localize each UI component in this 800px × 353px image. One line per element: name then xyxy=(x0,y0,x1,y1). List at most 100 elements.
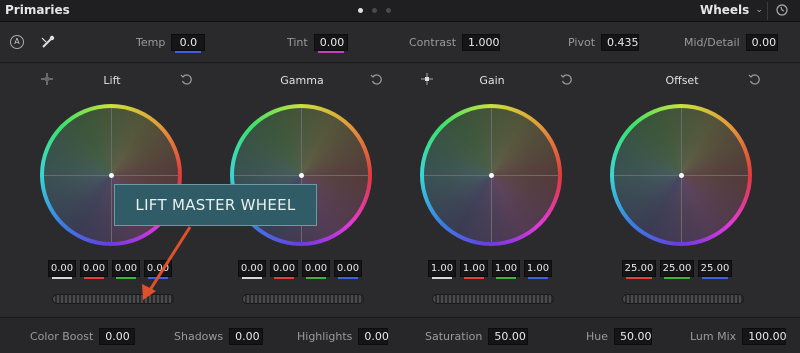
mode-dropdown[interactable]: Wheels ⌄ xyxy=(700,3,763,17)
gain-g-field[interactable]: 1.00 xyxy=(492,260,520,279)
color-boost-control: Color Boost 0.00 xyxy=(30,328,136,345)
tint-underline xyxy=(317,51,344,53)
gamma-b-field[interactable]: 0.00 xyxy=(334,260,362,279)
shadows-control: Shadows 0.00 xyxy=(174,328,264,345)
contrast-value: 1.000 xyxy=(468,36,500,49)
mid-detail-value: 0.00 xyxy=(751,36,777,49)
offset-b-field[interactable]: 25.00 xyxy=(698,260,732,279)
page-indicator[interactable] xyxy=(358,8,391,13)
panel-header: Primaries Wheels ⌄ xyxy=(0,0,800,22)
offset-r-field[interactable]: 25.00 xyxy=(622,260,656,279)
lum-mix-value: 100.00 xyxy=(748,330,787,343)
shadows-field[interactable]: 0.00 xyxy=(229,328,264,345)
temp-field[interactable]: 0.0 xyxy=(171,34,206,53)
lum-mix-label: Lum Mix xyxy=(690,330,737,343)
gamma-y-field[interactable]: 0.00 xyxy=(238,260,266,279)
gamma-master-wheel[interactable] xyxy=(242,294,364,304)
shadows-value: 0.00 xyxy=(235,330,260,343)
pivot-field[interactable]: 0.435 xyxy=(601,34,640,51)
lift-wheel-handle[interactable] xyxy=(109,173,114,178)
gain-r-field[interactable]: 1.00 xyxy=(460,260,488,279)
tint-control: Tint 0.00 xyxy=(287,34,348,53)
tint-label: Tint xyxy=(287,36,308,49)
gain-label: Gain xyxy=(479,74,505,87)
hue-field[interactable]: 50.00 xyxy=(614,328,653,345)
offset-wheel-handle[interactable] xyxy=(679,173,684,178)
gain-values: 1.00 1.00 1.00 1.00 xyxy=(428,260,552,279)
offset-master-wheel[interactable] xyxy=(622,294,744,304)
panel-title: Primaries xyxy=(5,3,70,17)
gain-wheel-group: Gain 1.00 1.00 1.00 1.00 xyxy=(402,64,582,316)
lum-mix-field[interactable]: 100.00 xyxy=(742,328,787,345)
shadows-label: Shadows xyxy=(174,330,224,343)
gain-master-wheel[interactable] xyxy=(432,294,554,304)
contrast-control: Contrast 1.000 xyxy=(409,34,501,51)
reset-icon[interactable] xyxy=(370,73,383,86)
contrast-label: Contrast xyxy=(409,36,457,49)
highlights-label: Highlights xyxy=(297,330,353,343)
gamma-values: 0.00 0.00 0.00 0.00 xyxy=(238,260,362,279)
highlights-value: 0.00 xyxy=(364,330,389,343)
reset-icon[interactable] xyxy=(748,73,761,86)
page-dot-1[interactable] xyxy=(358,8,363,13)
temp-control: Temp 0.0 xyxy=(136,34,206,53)
offset-color-wheel[interactable] xyxy=(610,104,752,246)
contrast-field[interactable]: 1.000 xyxy=(462,34,501,51)
tint-field[interactable]: 0.00 xyxy=(313,34,348,53)
saturation-value: 50.00 xyxy=(494,330,526,343)
gain-wheel-handle[interactable] xyxy=(489,173,494,178)
lift-label: Lift xyxy=(103,74,121,87)
hue-label: Hue xyxy=(586,330,609,343)
lift-y-field[interactable]: 0.00 xyxy=(48,260,76,279)
reset-icon[interactable] xyxy=(560,73,573,86)
gamma-r-field[interactable]: 0.00 xyxy=(270,260,298,279)
gain-b-field[interactable]: 1.00 xyxy=(524,260,552,279)
gain-color-wheel[interactable] xyxy=(420,104,562,246)
saturation-control: Saturation 50.00 xyxy=(425,328,529,345)
offset-g-field[interactable]: 25.00 xyxy=(660,260,694,279)
lift-g-field[interactable]: 0.00 xyxy=(112,260,140,279)
lift-r-field[interactable]: 0.00 xyxy=(80,260,108,279)
lift-master-wheel-callout: LIFT MASTER WHEEL xyxy=(114,184,317,226)
adjustments-bar: A Temp 0.0 Tint 0.00 Contrast 1.000 Pivo… xyxy=(0,23,800,63)
reset-icon[interactable] xyxy=(775,3,789,17)
offset-label: Offset xyxy=(665,74,699,87)
gamma-g-field[interactable]: 0.00 xyxy=(302,260,330,279)
gamma-wheel-handle[interactable] xyxy=(299,173,304,178)
gamma-label: Gamma xyxy=(280,74,324,87)
mid-detail-label: Mid/Detail xyxy=(684,36,740,49)
color-picker-icon[interactable] xyxy=(40,34,56,50)
lum-mix-control: Lum Mix 100.00 xyxy=(690,328,787,345)
saturation-label: Saturation xyxy=(425,330,483,343)
a-circle-icon[interactable]: A xyxy=(10,35,24,49)
tint-value: 0.00 xyxy=(319,36,345,49)
chevron-down-icon: ⌄ xyxy=(755,5,763,15)
lift-values: 0.00 0.00 0.00 0.00 xyxy=(48,260,172,279)
saturation-field[interactable]: 50.00 xyxy=(488,328,529,345)
bottom-adjustments-bar: Color Boost 0.00 Shadows 0.00 Highlights… xyxy=(0,317,800,353)
color-boost-value: 0.00 xyxy=(105,330,130,343)
mid-detail-field[interactable]: 0.00 xyxy=(745,34,778,51)
temp-underline xyxy=(175,51,202,53)
page-dot-2[interactable] xyxy=(372,8,377,13)
temp-value: 0.0 xyxy=(179,36,198,49)
pivot-value: 0.435 xyxy=(607,36,639,49)
highlights-field[interactable]: 0.00 xyxy=(358,328,389,345)
lift-master-wheel[interactable] xyxy=(52,294,174,304)
color-boost-label: Color Boost xyxy=(30,330,94,343)
highlights-control: Highlights 0.00 xyxy=(297,328,389,345)
lift-b-field[interactable]: 0.00 xyxy=(144,260,172,279)
temp-label: Temp xyxy=(136,36,166,49)
mode-dropdown-label: Wheels xyxy=(700,3,750,17)
mid-detail-control: Mid/Detail 0.00 xyxy=(684,34,778,51)
primaries-panel: Primaries Wheels ⌄ A Temp 0.0 Tint 0.00 … xyxy=(0,0,800,353)
pivot-label: Pivot xyxy=(568,36,596,49)
gain-y-field[interactable]: 1.00 xyxy=(428,260,456,279)
pivot-control: Pivot 0.435 xyxy=(568,34,640,51)
reset-icon[interactable] xyxy=(180,73,193,86)
offset-wheel-group: Offset 25.00 25.00 25.00 xyxy=(592,64,772,316)
page-dot-3[interactable] xyxy=(386,8,391,13)
hue-value: 50.00 xyxy=(620,330,652,343)
color-boost-field[interactable]: 0.00 xyxy=(99,328,136,345)
divider xyxy=(767,2,768,20)
